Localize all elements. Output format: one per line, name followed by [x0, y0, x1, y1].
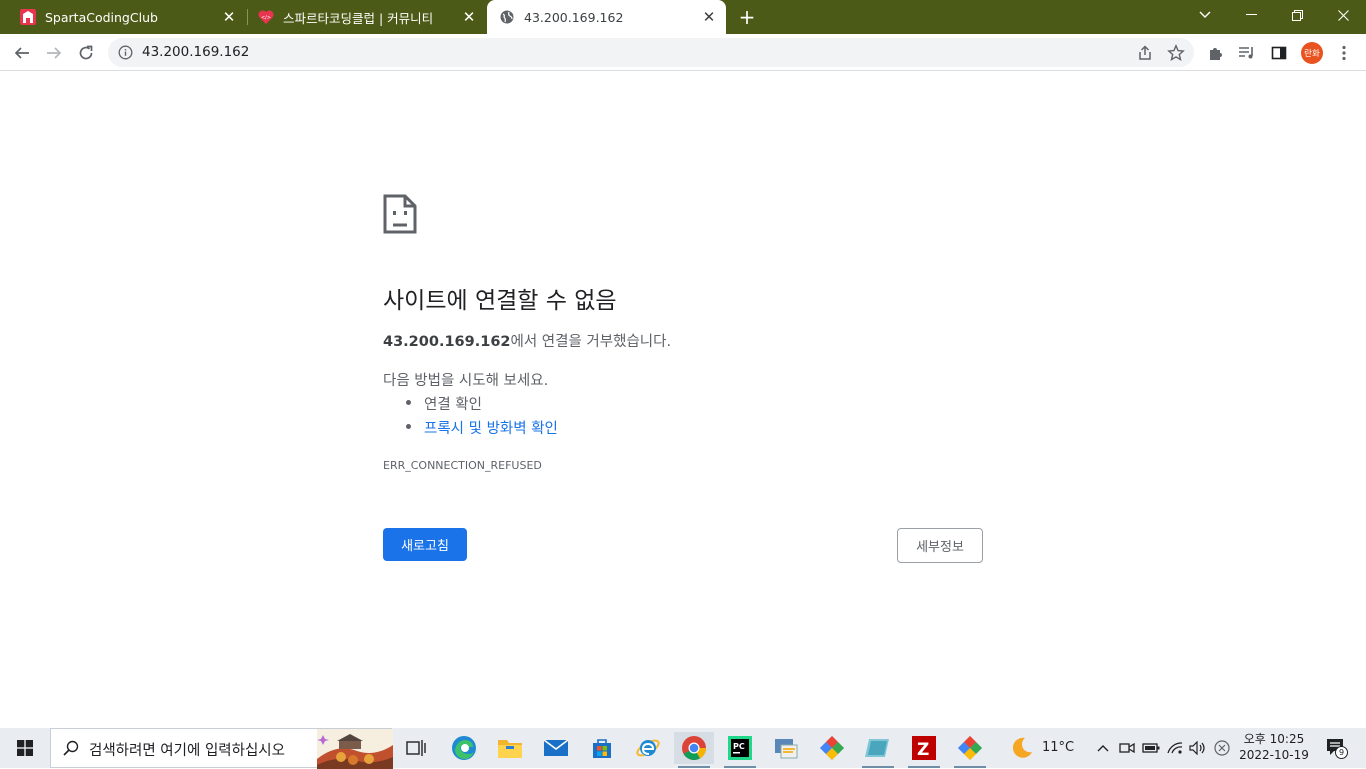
clock-date: 2022-10-19	[1239, 748, 1309, 762]
heart-favicon-icon: </>	[258, 9, 274, 25]
wifi-icon[interactable]	[1165, 738, 1185, 758]
suggestion-check-connection: 연결 확인	[424, 397, 482, 413]
pycharm-icon[interactable]: PC	[720, 732, 760, 768]
tab-active-ip[interactable]: 43.200.169.162 ✕	[487, 0, 726, 34]
volume-speaker-icon[interactable]	[1188, 738, 1208, 758]
minimize-button[interactable]	[1228, 0, 1274, 30]
bullet	[406, 400, 411, 405]
suggestion-proxy-firewall-link[interactable]: 프록시 및 방화벽 확인	[424, 417, 558, 438]
svg-text:PC: PC	[733, 742, 745, 751]
bullet	[406, 424, 411, 429]
windows-taskbar: 검색하려면 여기에 입력하십시오 PC Z 11°C 오후 10:25 2022…	[0, 728, 1366, 769]
edge-browser-icon[interactable]	[444, 732, 484, 764]
clock-time: 오후 10:25	[1243, 732, 1305, 746]
windows-start-icon[interactable]	[5, 732, 45, 764]
glass-app-icon[interactable]	[858, 732, 898, 768]
back-arrow-icon[interactable]	[8, 39, 36, 67]
svg-text:Z: Z	[917, 740, 929, 760]
tab-spartacodingclub[interactable]: SpartaCodingClub ✕	[0, 0, 246, 34]
reload-button[interactable]: 새로고침	[383, 528, 467, 561]
notification-count-badge: 9	[1335, 746, 1348, 759]
disconnected-circle-x-icon[interactable]	[1212, 738, 1232, 758]
task-view-icon[interactable]	[396, 732, 436, 764]
file-explorer-folder-icon[interactable]	[490, 732, 530, 764]
search-icon	[63, 740, 79, 756]
sad-document-icon	[383, 194, 417, 234]
svg-text:</>: </>	[261, 15, 271, 21]
more-vertical-icon[interactable]	[1330, 39, 1358, 67]
close-tab-icon[interactable]: ✕	[700, 8, 718, 26]
diamond-app-icon[interactable]	[812, 732, 852, 764]
browser-title-bar: SpartaCodingClub ✕ </> 스파르타코딩클럽 | 커뮤니티 ✕…	[0, 0, 1366, 34]
error-host: 43.200.169.162	[383, 334, 511, 350]
browser-toolbar: 43.200.169.162 란화	[0, 34, 1366, 71]
close-tab-icon[interactable]: ✕	[220, 8, 238, 26]
clock[interactable]: 오후 10:25 2022-10-19	[1236, 731, 1312, 763]
python-installer-icon[interactable]	[766, 732, 806, 764]
sparta-favicon-icon	[20, 9, 36, 25]
close-tab-icon[interactable]: ✕	[460, 8, 478, 26]
taskbar-search-box[interactable]: 검색하려면 여기에 입력하십시오	[50, 728, 393, 769]
share-icon[interactable]	[1136, 44, 1154, 62]
error-desc-suffix: 에서 연결을 거부했습니다.	[510, 334, 672, 350]
tab-title: SpartaCodingClub	[45, 9, 158, 25]
tab-search-chevron-down-icon[interactable]	[1182, 0, 1228, 30]
battery-icon[interactable]	[1141, 738, 1161, 758]
microsoft-store-icon[interactable]	[582, 732, 622, 764]
filezilla-icon[interactable]: Z	[904, 732, 944, 768]
mail-envelope-icon[interactable]	[536, 732, 576, 764]
globe-favicon-icon	[499, 9, 515, 25]
try-label: 다음 방법을 시도해 보세요.	[383, 373, 549, 389]
info-icon[interactable]	[118, 45, 133, 60]
search-highlight-image-icon	[317, 729, 393, 769]
weather-temperature[interactable]: 11°C	[1042, 740, 1074, 755]
profile-avatar[interactable]: 란화	[1298, 39, 1326, 67]
url-text: 43.200.169.162	[142, 44, 250, 60]
notification-center-icon[interactable]: 9	[1324, 738, 1350, 759]
diamond-app-icon-2[interactable]	[950, 732, 990, 768]
restore-button[interactable]	[1274, 0, 1320, 30]
reload-icon[interactable]	[72, 39, 100, 67]
error-code: ERR_CONNECTION_REFUSED	[383, 459, 542, 472]
search-placeholder: 검색하려면 여기에 입력하십시오	[89, 743, 285, 759]
bookmark-star-icon[interactable]	[1167, 44, 1185, 62]
media-playlist-icon[interactable]	[1233, 39, 1261, 67]
error-description: 43.200.169.162에서 연결을 거부했습니다.	[383, 330, 671, 351]
forward-arrow-icon[interactable]	[40, 39, 68, 67]
extensions-puzzle-icon[interactable]	[1202, 39, 1230, 67]
error-page: 사이트에 연결할 수 없음 43.200.169.162에서 연결을 거부했습니…	[0, 71, 1366, 728]
close-window-button[interactable]	[1320, 0, 1366, 30]
address-bar[interactable]: 43.200.169.162	[108, 38, 1194, 67]
new-tab-button[interactable]: +	[726, 2, 768, 32]
error-title: 사이트에 연결할 수 없음	[383, 288, 617, 314]
weather-moon-icon[interactable]	[1002, 732, 1042, 764]
meet-now-camera-icon[interactable]	[1117, 738, 1137, 758]
details-button[interactable]: 세부정보	[897, 528, 983, 563]
tab-title: 43.200.169.162	[524, 9, 624, 25]
chrome-browser-icon[interactable]	[674, 732, 714, 768]
chevron-up-icon[interactable]	[1093, 738, 1113, 758]
tab-title: 스파르타코딩클럽 | 커뮤니티	[283, 10, 434, 26]
side-panel-icon[interactable]	[1265, 39, 1293, 67]
internet-explorer-icon[interactable]	[628, 732, 668, 764]
profile-label: 란화	[1301, 42, 1323, 64]
tab-community[interactable]: </> 스파르타코딩클럽 | 커뮤니티 ✕	[248, 0, 486, 34]
